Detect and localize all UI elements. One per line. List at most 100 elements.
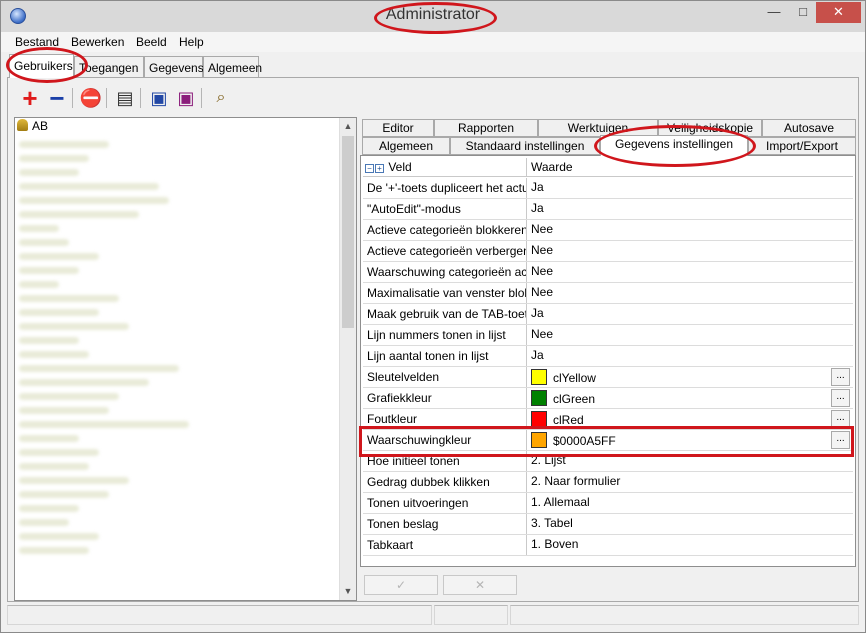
tab-algemeen[interactable]: Algemeen (203, 56, 262, 77)
row-field: Waarschuwing categorieën actief (363, 262, 527, 282)
menu-help[interactable]: Help (179, 35, 204, 49)
row-value[interactable]: Ja (528, 199, 828, 219)
scroll-up-icon[interactable]: ▲ (340, 118, 356, 135)
table-row[interactable]: "AutoEdit"-modus Ja (363, 199, 853, 220)
table-row[interactable]: Waarschuwingkleur $0000A5FF... (363, 430, 853, 451)
menu-beeld[interactable]: Beeld (136, 35, 167, 49)
color-swatch (531, 390, 547, 406)
blurred-tree-item (19, 337, 79, 344)
collapse-all-icon[interactable]: − (365, 164, 374, 173)
blurred-tree-item (19, 547, 89, 554)
row-value-text: 2. Lijst (531, 453, 566, 467)
tree-scrollbar[interactable]: ▲ ▼ (339, 118, 356, 600)
subtab-gegevens-instellingen[interactable]: Gegevens instellingen (600, 135, 748, 156)
row-field: Actieve categorieën verbergen (363, 241, 527, 261)
table-row[interactable]: Tonen uitvoeringen 1. Allemaal (363, 493, 853, 514)
table-row[interactable]: Gedrag dubbek klikken 2. Naar formulier (363, 472, 853, 493)
row-value[interactable]: 3. Tabel (528, 514, 828, 534)
subtab-autosave[interactable]: Autosave (762, 119, 856, 137)
row-field: "AutoEdit"-modus (363, 199, 527, 219)
minimize-button[interactable]: — (759, 2, 789, 23)
menu-bestand[interactable]: Bestand (15, 35, 59, 49)
blurred-tree-item (19, 407, 109, 414)
save-icon[interactable]: ▣ (147, 86, 171, 110)
cancel-button[interactable]: ✕ (443, 575, 517, 595)
id-card-icon[interactable]: ▤ (113, 86, 137, 110)
tab-gebruikers[interactable]: Gebruikers (9, 54, 74, 78)
subtab-standaard-instellingen[interactable]: Standaard instellingen (450, 137, 600, 155)
row-value[interactable]: Nee (528, 262, 828, 282)
blurred-tree-item (19, 267, 79, 274)
expand-all-icon[interactable]: + (375, 164, 384, 173)
subtab-algemeen[interactable]: Algemeen (362, 137, 450, 155)
search-icon[interactable]: ⌕ (209, 86, 233, 110)
row-value[interactable]: 1. Boven (528, 535, 828, 555)
table-row[interactable]: Sleutelvelden clYellow... (363, 367, 853, 388)
table-row[interactable]: Maak gebruik van de TAB-toets ir Ja (363, 304, 853, 325)
row-value[interactable]: Nee (528, 283, 828, 303)
row-value-text: Nee (531, 327, 554, 341)
subtab-import-export[interactable]: Import/Export (748, 137, 856, 155)
row-value[interactable]: Nee (528, 241, 828, 261)
row-value[interactable]: 2. Naar formulier (528, 472, 828, 492)
blurred-tree-item (19, 155, 89, 162)
remove-user-button[interactable]: − (45, 85, 69, 111)
table-row[interactable]: Foutkleur clRed... (363, 409, 853, 430)
row-value-text: clRed (553, 413, 584, 427)
user-tree[interactable]: AB ▲ ▼ (14, 117, 357, 601)
maximize-button[interactable]: □ (789, 2, 817, 23)
menu-bewerken[interactable]: Bewerken (71, 35, 124, 49)
row-value-text: Nee (531, 243, 554, 257)
table-row[interactable]: Maximalisatie van venster blokker Nee (363, 283, 853, 304)
toolbar-separator (106, 88, 107, 108)
stop-icon[interactable]: ⛔ (79, 86, 103, 110)
row-value[interactable]: clRed (528, 409, 828, 429)
tab-toegangen[interactable]: Toegangen (74, 56, 144, 77)
subtab-editor[interactable]: Editor (362, 119, 434, 137)
scroll-thumb[interactable] (342, 136, 354, 328)
row-value[interactable]: 1. Allemaal (528, 493, 828, 513)
table-row[interactable]: Actieve categorieën blokkeren Nee (363, 220, 853, 241)
tab-gegevens[interactable]: Gegevens (144, 56, 204, 77)
row-value-text: Ja (531, 348, 544, 362)
header-value-label: Waarde (531, 160, 573, 174)
color-swatch (531, 432, 547, 448)
row-value[interactable]: Ja (528, 304, 828, 324)
color-picker-button[interactable]: ... (831, 368, 850, 386)
row-value[interactable]: Nee (528, 220, 828, 240)
confirm-button[interactable]: ✓ (364, 575, 438, 595)
row-field: Maximalisatie van venster blokker (363, 283, 527, 303)
table-row[interactable]: Waarschuwing categorieën actief Nee (363, 262, 853, 283)
table-row[interactable]: Tabkaart 1. Boven (363, 535, 853, 556)
row-value[interactable]: Nee (528, 325, 828, 345)
scroll-down-icon[interactable]: ▼ (340, 583, 356, 600)
row-value-text: Nee (531, 285, 554, 299)
table-row[interactable]: Lijn aantal tonen in lijst Ja (363, 346, 853, 367)
status-cell (510, 605, 859, 625)
blurred-tree-item (19, 323, 129, 330)
row-field: Lijn aantal tonen in lijst (363, 346, 527, 366)
row-value[interactable]: clGreen (528, 388, 828, 408)
color-picker-button[interactable]: ... (831, 410, 850, 428)
header-field-label: Veld (388, 160, 412, 174)
table-row[interactable]: De '+'-toets dupliceert het actuele Ja (363, 178, 853, 199)
row-value[interactable]: $0000A5FF (528, 430, 828, 450)
add-user-button[interactable]: + (18, 85, 42, 111)
subtab-rapporten[interactable]: Rapporten (434, 119, 538, 137)
row-value[interactable]: 2. Lijst (528, 451, 828, 471)
table-row[interactable]: Actieve categorieën verbergen Nee (363, 241, 853, 262)
row-value[interactable]: Ja (528, 178, 828, 198)
color-picker-button[interactable]: ... (831, 431, 850, 449)
row-value[interactable]: clYellow (528, 367, 828, 387)
tree-item-root[interactable]: AB (17, 119, 48, 133)
save-as-icon[interactable]: ▣ (174, 86, 198, 110)
close-button[interactable]: ✕ (816, 2, 861, 23)
table-row[interactable]: Tonen beslag 3. Tabel (363, 514, 853, 535)
color-picker-button[interactable]: ... (831, 389, 850, 407)
table-row[interactable]: Hoe initieel tonen 2. Lijst (363, 451, 853, 472)
blurred-tree-item (19, 141, 109, 148)
table-row[interactable]: Lijn nummers tonen in lijst Nee (363, 325, 853, 346)
row-value[interactable]: Ja (528, 346, 828, 366)
grid-header: − + Veld Waarde (363, 158, 853, 177)
table-row[interactable]: Grafiekkleur clGreen... (363, 388, 853, 409)
